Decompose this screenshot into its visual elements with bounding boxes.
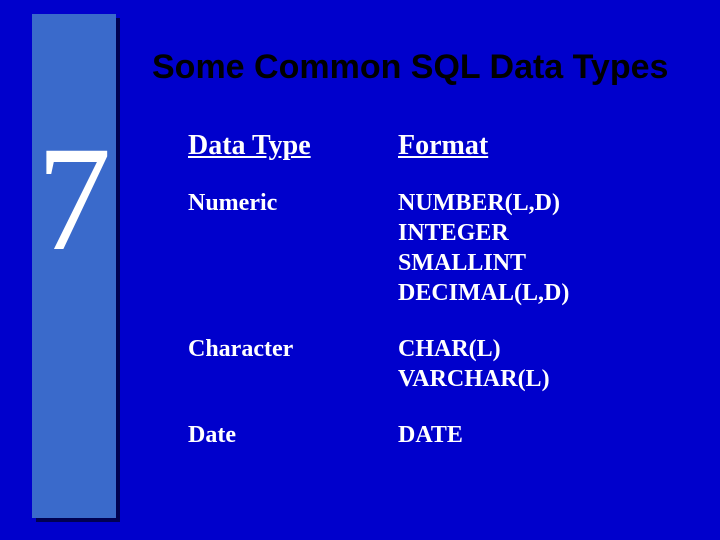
- chapter-number: 7: [32, 124, 116, 274]
- table-row: Character CHAR(L) VARCHAR(L): [188, 334, 680, 394]
- header-data-type: Data Type: [188, 130, 398, 162]
- table-row: Date DATE: [188, 420, 680, 450]
- format-value: VARCHAR(L): [398, 364, 680, 394]
- header-format: Format: [398, 130, 680, 162]
- cell-data-type: Numeric: [188, 188, 398, 308]
- table-header-row: Data Type Format: [188, 130, 680, 162]
- cell-data-type: Date: [188, 420, 398, 450]
- chapter-sidebar: 7: [32, 14, 116, 518]
- table-row: Numeric NUMBER(L,D) INTEGER SMALLINT DEC…: [188, 188, 680, 308]
- format-value: SMALLINT: [398, 248, 680, 278]
- content-area: Data Type Format Numeric NUMBER(L,D) INT…: [188, 130, 680, 476]
- cell-format: NUMBER(L,D) INTEGER SMALLINT DECIMAL(L,D…: [398, 188, 680, 308]
- cell-format: DATE: [398, 420, 680, 450]
- cell-format: CHAR(L) VARCHAR(L): [398, 334, 680, 394]
- format-value: NUMBER(L,D): [398, 188, 680, 218]
- format-value: CHAR(L): [398, 334, 680, 364]
- slide: 7 Some Common SQL Data Types Data Type F…: [0, 0, 720, 540]
- format-value: DECIMAL(L,D): [398, 278, 680, 308]
- format-value: INTEGER: [398, 218, 680, 248]
- format-value: DATE: [398, 420, 680, 450]
- slide-title: Some Common SQL Data Types: [152, 48, 700, 87]
- cell-data-type: Character: [188, 334, 398, 394]
